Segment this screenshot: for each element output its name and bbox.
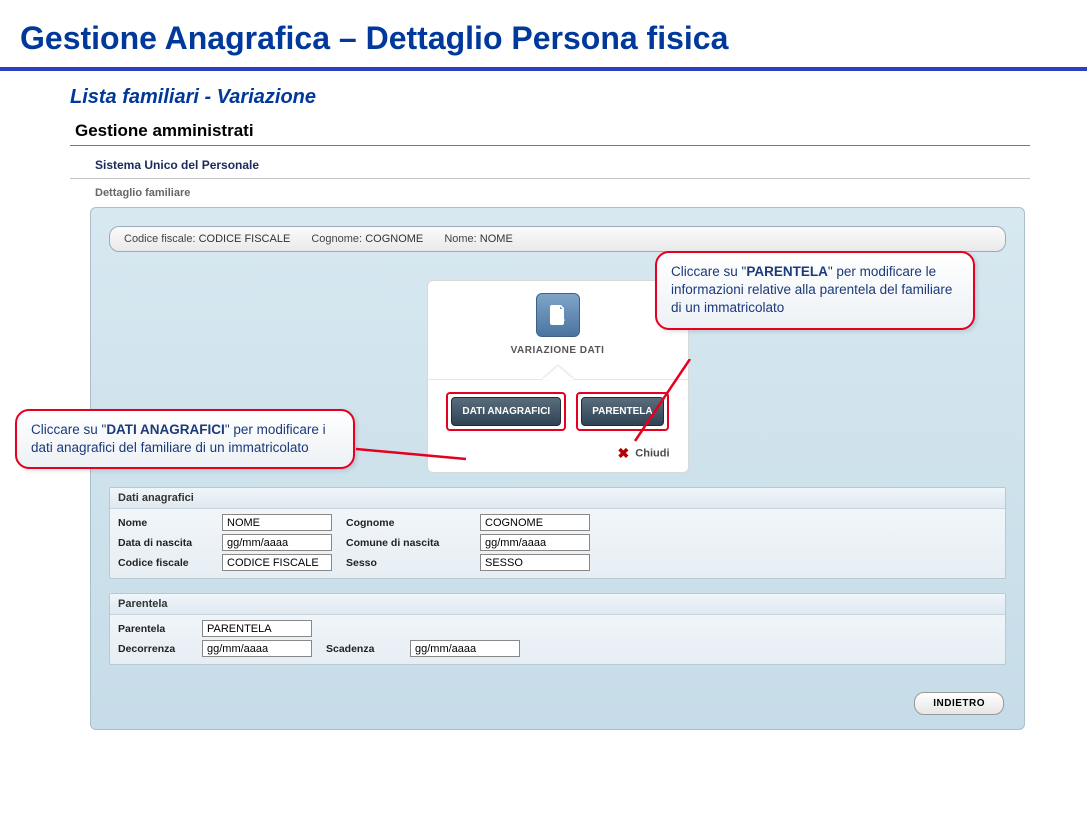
dati-anagrafici-section: Dati anagrafici Nome Cognome Data di nas…: [109, 487, 1006, 579]
cf-field-label: Codice fiscale: [118, 557, 218, 569]
modal-close-row: ✖ Chiudi: [440, 437, 676, 462]
slide-title: Gestione Anagrafica – Dettaglio Persona …: [0, 0, 1087, 67]
dati-anagrafici-button[interactable]: DATI ANAGRAFICI: [451, 397, 561, 426]
cf-field[interactable]: [222, 554, 332, 571]
parentela-header: Parentela: [110, 594, 1005, 615]
sesso-field[interactable]: [480, 554, 590, 571]
callout-left-pre: Cliccare su ": [31, 422, 106, 437]
callout-parentela: Cliccare su "PARENTELA" per modificare l…: [655, 251, 975, 330]
title-divider: [0, 67, 1087, 71]
modal-button-row: DATI ANAGRAFICI PARENTELA: [428, 379, 688, 437]
nascita-field[interactable]: [222, 534, 332, 551]
nome-field[interactable]: [222, 514, 332, 531]
pointer-up-icon: [542, 366, 574, 380]
close-label[interactable]: Chiudi: [635, 447, 669, 459]
callout-right-bold: PARENTELA: [746, 264, 828, 279]
edit-document-icon: [536, 293, 580, 337]
close-icon[interactable]: ✖: [617, 445, 629, 461]
app-screenshot: Gestione amministrati Sistema Unico del …: [70, 119, 1030, 730]
cognome-field[interactable]: [480, 514, 590, 531]
cognome-value: COGNOME: [365, 233, 423, 245]
decorrenza-field-label: Decorrenza: [118, 643, 198, 655]
comune-field-label: Comune di nascita: [346, 537, 476, 549]
modal-title: VARIAZIONE DATI: [440, 345, 676, 356]
cf-value: CODICE FISCALE: [199, 233, 291, 245]
slide-subtitle: Lista familiari - Variazione: [0, 86, 1087, 109]
callout-anagrafici: Cliccare su "DATI ANAGRAFICI" per modifi…: [15, 409, 355, 469]
nascita-field-label: Data di nascita: [118, 537, 218, 549]
variazione-modal: VARIAZIONE DATI DATI ANAGRAFICI PARENTEL…: [427, 280, 689, 473]
nome-field-label: Nome: [118, 517, 218, 529]
callout-right-pre: Cliccare su ": [671, 264, 746, 279]
comune-field[interactable]: [480, 534, 590, 551]
cognome-label: Cognome:: [311, 233, 362, 245]
dati-anagrafici-grid: Nome Cognome Data di nascita Comune di n…: [110, 509, 1005, 578]
parentela-field-label: Parentela: [118, 623, 198, 635]
nome-value: NOME: [480, 233, 513, 245]
scadenza-field-label: Scadenza: [326, 643, 406, 655]
breadcrumb: Dettaglio familiare: [70, 179, 1030, 207]
cf-label: Codice fiscale:: [124, 233, 196, 245]
parentela-button[interactable]: PARENTELA: [581, 397, 663, 426]
identity-bar: Codice fiscale: CODICE FISCALE Cognome: …: [109, 226, 1006, 252]
parentela-field[interactable]: [202, 620, 312, 637]
scadenza-field[interactable]: [410, 640, 520, 657]
dati-anagrafici-header: Dati anagrafici: [110, 488, 1005, 509]
callout-left-bold: DATI ANAGRAFICI: [106, 422, 225, 437]
sesso-field-label: Sesso: [346, 557, 476, 569]
cognome-field-label: Cognome: [346, 517, 476, 529]
decorrenza-field[interactable]: [202, 640, 312, 657]
nome-label: Nome:: [444, 233, 476, 245]
highlight-box-parentela: PARENTELA: [576, 392, 668, 431]
system-name: Sistema Unico del Personale: [70, 154, 1030, 179]
highlight-box-anagrafici: DATI ANAGRAFICI: [446, 392, 566, 431]
app-heading: Gestione amministrati: [70, 119, 1030, 146]
parentela-section: Parentela Parentela Decorrenza Scadenza: [109, 593, 1006, 665]
indietro-button[interactable]: INDIETRO: [914, 692, 1004, 715]
parentela-grid: Parentela Decorrenza Scadenza: [110, 615, 1005, 664]
